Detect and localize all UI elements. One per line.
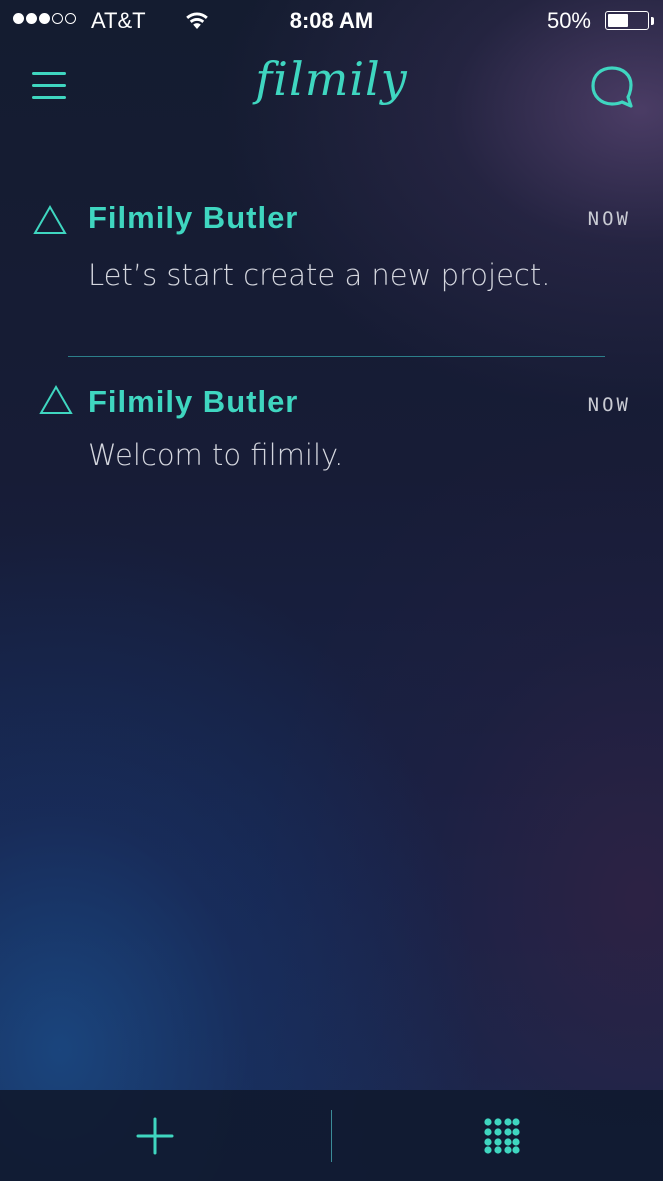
app-logo: filmily [255,52,408,106]
message-sender: Filmily Butler [88,384,299,419]
message-time: NOW [587,394,631,416]
battery-cap [651,17,654,25]
message-divider [68,356,605,357]
message-text: Let’s start create a new project. [88,258,551,292]
message-item[interactable]: Filmily Butler NOW Let’s start create a … [0,190,663,310]
triangle-icon [38,384,74,416]
status-bar: AT&T 8:08 AM 50% [0,0,663,42]
bottom-toolbar [0,1090,663,1181]
triangle-icon [32,204,68,236]
message-time: NOW [587,208,631,230]
grid-dots-icon[interactable] [484,1118,520,1154]
battery-percentage: 50% [546,8,591,33]
message-item[interactable]: Filmily Butler NOW Welcom to filmily. [0,376,663,496]
battery-icon [605,11,649,30]
chat-bubble-icon[interactable] [588,64,636,110]
message-text: Welcom to filmily. [88,438,344,472]
toolbar-divider [331,1110,332,1162]
message-sender: Filmily Butler [88,200,299,235]
plus-icon[interactable] [136,1117,174,1155]
